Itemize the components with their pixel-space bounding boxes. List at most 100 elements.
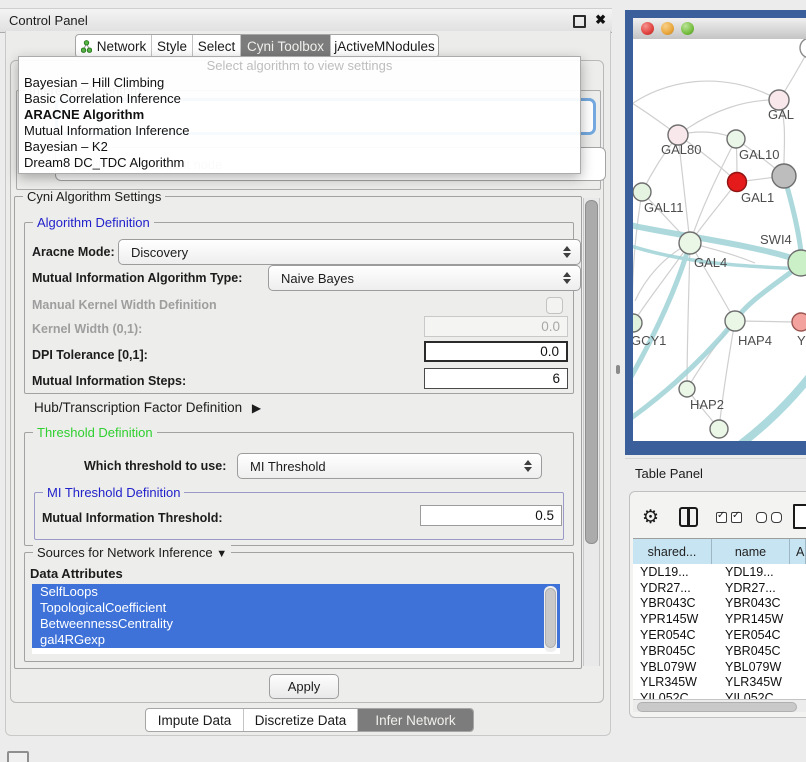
network-node-gcy1[interactable]: [633, 314, 642, 332]
tab-network[interactable]: Network: [76, 35, 151, 57]
gear-icon[interactable]: ⚙: [642, 506, 659, 529]
algorithm-definition-title: Algorithm Definition: [33, 215, 154, 230]
minimize-traffic-light-icon[interactable]: [661, 22, 674, 35]
tab-discretize-data[interactable]: Discretize Data: [243, 709, 357, 731]
algorithm-option[interactable]: ARACNE Algorithm: [19, 107, 580, 123]
table-row[interactable]: YER054CYER054C8.: [633, 627, 806, 643]
algorithm-dropdown-popup: Select algorithm to view settings Bayesi…: [18, 56, 581, 174]
network-node-hap4[interactable]: [725, 311, 745, 331]
table-cell: YIL052C: [633, 691, 718, 699]
table-row[interactable]: YBL079WYBL079W: [633, 659, 806, 675]
network-node-label: GAL1: [741, 190, 774, 205]
tab-style[interactable]: Style: [151, 35, 192, 57]
zoom-traffic-light-icon[interactable]: [681, 22, 694, 35]
table-hscrollbar[interactable]: [633, 699, 806, 712]
table-cell: 9.: [802, 612, 806, 626]
attribute-item[interactable]: BetweennessCentrality: [32, 616, 560, 632]
table-row[interactable]: YDR27...YDR27...12: [633, 580, 806, 596]
table-cell: YPR145W: [718, 612, 802, 626]
table-row[interactable]: YLR345WYLR345W9.: [633, 675, 806, 691]
algorithm-option[interactable]: Basic Correlation Inference: [19, 91, 580, 107]
which-threshold-value: MI Threshold: [250, 459, 326, 474]
network-node-label: Y: [797, 333, 806, 348]
network-node[interactable]: [772, 164, 796, 188]
tab-jactivemnodules[interactable]: jActiveMNodules: [330, 35, 438, 57]
table-cell: YDL19...: [633, 565, 718, 579]
column-header-partial[interactable]: A: [790, 539, 806, 565]
select-all-checks-icon[interactable]: [716, 512, 742, 523]
settings-scrollbar-thumb[interactable]: [585, 200, 598, 544]
table-cell: YDL19...: [718, 565, 802, 579]
columns-icon[interactable]: [679, 507, 698, 527]
table-row[interactable]: YBR045CYBR045C9.: [633, 643, 806, 659]
screen: Control Panel ✖ NetworkStyleSelectCyni T…: [0, 0, 806, 762]
sources-group-title[interactable]: Sources for Network Inference ▼: [33, 545, 231, 560]
network-canvas[interactable]: GALGAL80GAL10GAL1GAL11SWI4GAL4GCY1HAP4YH…: [633, 39, 806, 441]
tab-label: Infer Network: [375, 713, 455, 728]
network-node-label: HAP2: [690, 397, 724, 412]
tab-select[interactable]: Select: [192, 35, 240, 57]
algorithm-option[interactable]: Dream8 DC_TDC Algorithm: [19, 155, 580, 171]
mi-steps-input[interactable]: [424, 368, 568, 389]
network-node-gal10[interactable]: [727, 130, 745, 148]
apply-button[interactable]: Apply: [269, 674, 339, 699]
table-row[interactable]: YIL052CYIL052C9: [633, 690, 806, 699]
network-node-label: GAL80: [661, 142, 701, 157]
aracne-mode-combobox[interactable]: Discovery: [118, 239, 581, 265]
document-icon[interactable]: [793, 504, 806, 529]
close-traffic-light-icon[interactable]: [641, 22, 654, 35]
network-node[interactable]: [800, 39, 806, 58]
network-node[interactable]: [710, 420, 728, 438]
aracne-mode-value: Discovery: [131, 245, 188, 260]
tab-infer-network[interactable]: Infer Network: [357, 709, 473, 731]
cyni-bottom-tab-bar: Impute DataDiscretize Data Infer Network: [145, 708, 474, 732]
data-attributes-list: SelfLoopsTopologicalCoefficientBetweenne…: [32, 584, 560, 654]
algorithm-option[interactable]: Bayesian – K2: [19, 139, 580, 155]
manual-kernel-checkbox[interactable]: [546, 297, 563, 314]
settings-scrollbar[interactable]: [583, 198, 600, 666]
network-node-hap2[interactable]: [679, 381, 695, 397]
deselect-all-checks-icon[interactable]: [756, 512, 782, 523]
table-hscrollbar-thumb[interactable]: [637, 702, 797, 712]
network-window-titlebar[interactable]: [633, 18, 806, 40]
attribute-item[interactable]: TopologicalCoefficient: [32, 600, 560, 616]
data-attributes-label: Data Attributes: [30, 566, 123, 581]
table-cell: YBR045C: [633, 644, 718, 658]
dpi-tolerance-input[interactable]: [424, 341, 568, 362]
table-cell: YBR045C: [718, 644, 802, 658]
tab-impute-data[interactable]: Impute Data: [146, 709, 243, 731]
algorithm-option[interactable]: Mutual Information Inference: [19, 123, 580, 139]
column-header-name[interactable]: name: [712, 539, 790, 565]
table-cell: 9: [802, 691, 806, 699]
table-cell: 13: [802, 565, 806, 579]
tab-label: Style: [157, 39, 187, 54]
network-tab-icon: [81, 40, 92, 53]
tab-cyni-toolbox[interactable]: Cyni Toolbox: [240, 35, 330, 57]
attribute-item[interactable]: gal4RGexp: [32, 632, 560, 648]
float-panel-icon[interactable]: [573, 15, 586, 28]
network-node-gal11[interactable]: [633, 183, 651, 201]
network-node-gal4[interactable]: [679, 232, 701, 254]
docked-panel-icon[interactable]: [7, 751, 29, 762]
network-node-label: HAP4: [738, 333, 772, 348]
panel-divider-grip[interactable]: [616, 365, 620, 374]
close-panel-icon[interactable]: ✖: [595, 12, 606, 28]
network-node-gal1[interactable]: [728, 173, 747, 192]
algorithm-option[interactable]: Bayesian – Hill Climbing: [19, 75, 580, 91]
table-cell: YPR145W: [633, 612, 718, 626]
tab-label: Cyni Toolbox: [247, 39, 324, 54]
attributes-scrollbar[interactable]: [544, 586, 557, 652]
table-panel-title: Table Panel: [635, 466, 703, 481]
attribute-item[interactable]: SelfLoops: [32, 584, 560, 600]
kernel-width-input[interactable]: [424, 316, 568, 337]
mi-type-combobox[interactable]: Naive Bayes: [268, 265, 581, 291]
table-row[interactable]: YDL19...YDL19...13: [633, 564, 806, 580]
column-header-shared-name[interactable]: shared...: [633, 539, 712, 565]
hub-definition-expander[interactable]: Hub/Transcription Factor Definition ▶: [34, 400, 261, 415]
table-row[interactable]: YPR145WYPR145W9.: [633, 611, 806, 627]
mi-threshold-input[interactable]: [420, 505, 562, 526]
network-node-y[interactable]: [792, 313, 806, 331]
manual-kernel-label: Manual Kernel Width Definition: [32, 298, 217, 312]
which-threshold-combobox[interactable]: MI Threshold: [237, 453, 542, 479]
table-row[interactable]: YBR043CYBR043C: [633, 596, 806, 612]
